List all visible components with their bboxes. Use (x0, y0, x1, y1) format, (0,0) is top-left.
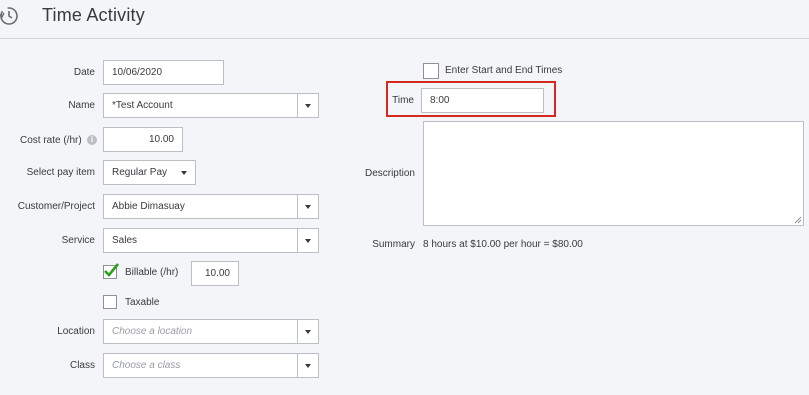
clock-history-icon (0, 7, 18, 25)
taxable-label: Taxable (125, 297, 160, 308)
service-dropdown-button[interactable] (297, 228, 319, 253)
pay-item-label: Select pay item (26, 167, 95, 178)
page-title: Time Activity (42, 5, 145, 25)
billable-checkbox[interactable] (103, 263, 120, 279)
summary-label: Summary (372, 239, 415, 250)
name-dropdown-button[interactable] (297, 93, 319, 118)
customer-select[interactable]: Abbie Dimasuay (103, 194, 299, 219)
class-select[interactable]: Choose a class (103, 353, 299, 378)
chevron-down-icon (305, 363, 311, 368)
name-label: Name (68, 100, 95, 111)
summary-text: 8 hours at $10.00 per hour = $80.00 (423, 239, 583, 250)
service-select[interactable]: Sales (103, 228, 299, 253)
location-select[interactable]: Choose a location (103, 319, 299, 344)
description-label: Description (364, 168, 415, 179)
page-header: Time Activity (0, 0, 809, 39)
description-textarea[interactable] (423, 121, 804, 226)
chevron-down-icon (180, 170, 187, 175)
pay-item-select[interactable]: Regular Pay (103, 160, 175, 185)
billable-rate-field[interactable]: 10.00 (191, 261, 239, 286)
billable-label: Billable (/hr) (125, 267, 179, 278)
resize-grip-icon[interactable] (794, 216, 802, 224)
pay-item-dropdown-button[interactable] (172, 160, 196, 185)
class-dropdown-button[interactable] (297, 353, 319, 378)
cost-rate-label: Cost rate (/hr) (20, 135, 82, 146)
taxable-checkbox[interactable] (103, 295, 117, 309)
class-label: Class (69, 360, 95, 371)
location-dropdown-button[interactable] (297, 319, 319, 344)
start-end-times-label: Enter Start and End Times (445, 65, 563, 76)
chevron-down-icon (305, 238, 311, 243)
location-label: Location (57, 326, 95, 337)
chevron-down-icon (305, 204, 311, 209)
time-label: Time (392, 95, 414, 106)
date-field[interactable]: 10/06/2020 (103, 60, 224, 85)
name-select[interactable]: *Test Account (103, 93, 299, 118)
chevron-down-icon (305, 329, 311, 334)
checkmark-icon (104, 263, 120, 277)
customer-label: Customer/Project (17, 201, 95, 212)
service-label: Service (61, 235, 95, 246)
cost-rate-field[interactable]: 10.00 (103, 127, 183, 152)
info-icon[interactable]: i (87, 135, 97, 145)
chevron-down-icon (305, 103, 311, 108)
time-field[interactable]: 8:00 (421, 88, 544, 113)
customer-dropdown-button[interactable] (297, 194, 319, 219)
start-end-times-checkbox[interactable] (423, 63, 439, 79)
date-label: Date (73, 67, 95, 78)
